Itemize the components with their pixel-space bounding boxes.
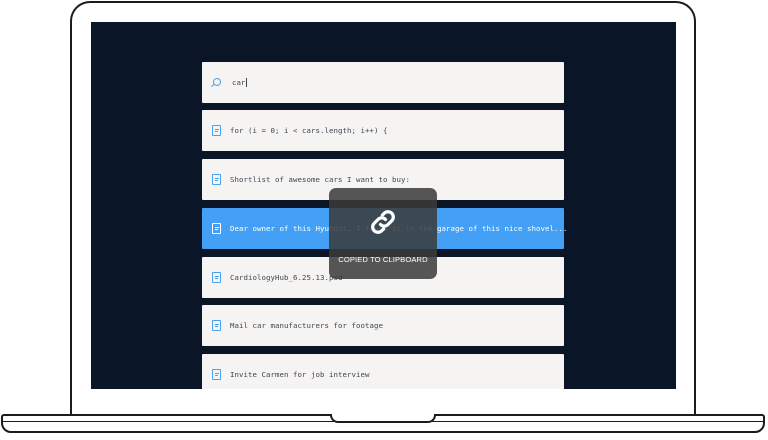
document-icon xyxy=(212,320,221,331)
link-icon xyxy=(371,210,395,234)
search-input[interactable]: car xyxy=(232,78,532,87)
laptop-notch xyxy=(330,414,436,423)
result-text: Invite Carmen for job interview xyxy=(230,370,370,379)
search-query: car xyxy=(232,78,246,87)
document-icon xyxy=(212,125,221,136)
document-icon xyxy=(212,369,221,380)
document-icon xyxy=(212,272,221,283)
result-text: CardiologyHub_6.25.13.psd xyxy=(230,273,343,282)
document-icon xyxy=(212,174,221,185)
copied-toast: COPIED TO CLIPBOARD xyxy=(329,188,437,279)
result-row[interactable]: for (i = 0; i < cars.length; i++) { xyxy=(202,110,564,151)
result-row[interactable]: Mail car manufacturers for footage xyxy=(202,305,564,346)
document-icon xyxy=(212,223,221,234)
result-text: Mail car manufacturers for footage xyxy=(230,321,383,330)
result-text: for (i = 0; i < cars.length; i++) { xyxy=(230,126,388,135)
app-screen: car for (i = 0; i < cars.length; i++) { … xyxy=(91,22,676,389)
text-caret xyxy=(246,78,248,87)
search-icon xyxy=(213,77,221,86)
result-row[interactable]: Invite Carmen for job interview xyxy=(202,354,564,389)
toast-message: COPIED TO CLIPBOARD xyxy=(338,255,428,264)
search-bar[interactable]: car xyxy=(202,62,564,103)
result-text: Shortlist of awesome cars I want to buy: xyxy=(230,175,410,184)
laptop-mockup: car for (i = 0; i < cars.length; i++) { … xyxy=(0,0,768,440)
